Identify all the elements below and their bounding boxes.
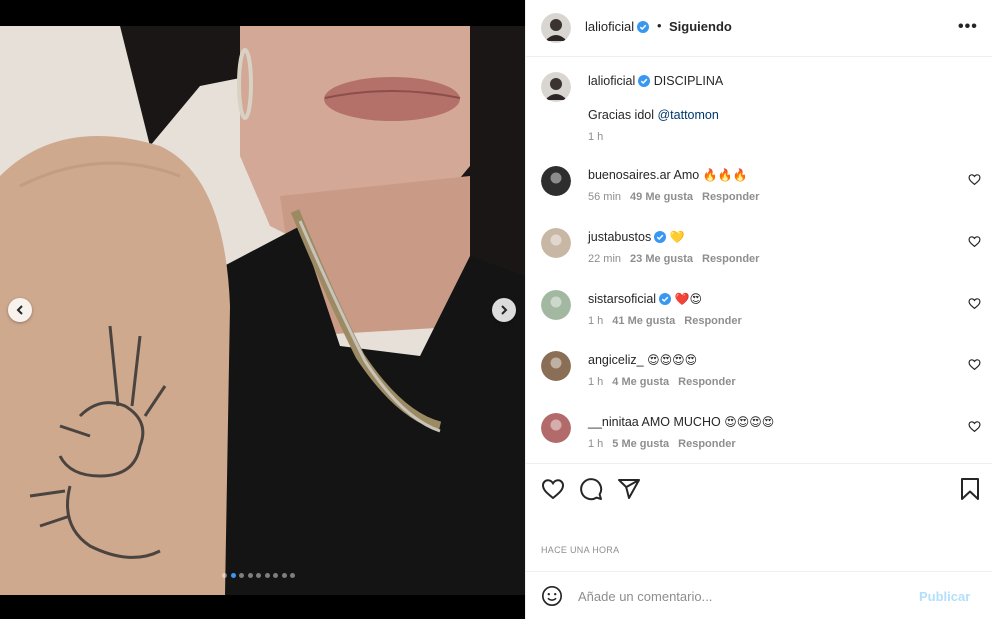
post-header: lalioficial • Siguiendo ••• xyxy=(526,0,992,57)
carousel-dot xyxy=(281,573,287,578)
commenter-avatar[interactable] xyxy=(541,166,571,196)
reply-button[interactable]: Responder xyxy=(702,191,759,203)
comment-emoji: 😍😍😍😍 xyxy=(724,415,775,429)
comment-likes[interactable]: 23 Me gusta xyxy=(630,253,693,265)
carousel-dot xyxy=(273,573,278,578)
carousel-dot xyxy=(239,573,244,578)
comment-likes[interactable]: 4 Me gusta xyxy=(612,376,669,388)
comment-time: 1 h xyxy=(588,438,604,450)
commenter-avatar[interactable] xyxy=(541,413,571,443)
comment-time: 56 min xyxy=(588,191,622,203)
commenter-avatar[interactable] xyxy=(541,228,571,258)
comment-row: buenosaires.ar Amo 🔥🔥🔥 56 min 49 Me gusta R… xyxy=(526,166,992,226)
comment-body: Amo xyxy=(673,168,700,182)
commenter-username[interactable]: __ninitaa xyxy=(588,415,639,429)
comment-row: justabustos 💛 22 min 23 Me gusta Responder xyxy=(526,228,992,288)
following-button[interactable]: Siguiendo xyxy=(669,19,732,34)
caption-avatar[interactable] xyxy=(541,72,571,102)
carousel-dot xyxy=(290,573,295,578)
comment-meta: 1 h 5 Me gusta Responder xyxy=(588,438,745,450)
carousel-dot xyxy=(264,573,270,578)
author-avatar[interactable] xyxy=(541,13,571,43)
heart-icon[interactable] xyxy=(968,420,981,433)
chevron-right-icon xyxy=(501,305,508,315)
comment-time: 1 h xyxy=(588,376,604,388)
comment-likes[interactable]: 5 Me gusta xyxy=(612,438,669,450)
heart-icon[interactable] xyxy=(541,477,565,501)
header-separator: • xyxy=(657,18,662,33)
comment-text: buenosaires.ar Amo 🔥🔥🔥 xyxy=(588,168,748,182)
add-comment-bar: Publicar xyxy=(526,571,992,619)
comment-text: sistarsoficial ❤️😍 xyxy=(588,292,702,306)
heart-icon[interactable] xyxy=(968,235,981,248)
commenter-avatar[interactable] xyxy=(541,290,571,320)
comment-text: angiceliz_ 😍😍😍😍 xyxy=(588,353,697,367)
comment-likes[interactable]: 41 Me gusta xyxy=(612,315,675,327)
post-media xyxy=(0,0,525,619)
reply-button[interactable]: Responder xyxy=(702,253,759,265)
reply-button[interactable]: Responder xyxy=(678,376,735,388)
verified-badge-icon xyxy=(637,21,650,33)
caption-username[interactable]: lalioficial xyxy=(588,74,635,88)
comment-body: AMO MUCHO xyxy=(641,415,721,429)
heart-icon[interactable] xyxy=(968,297,981,310)
comment-meta: 1 h 41 Me gusta Responder xyxy=(588,315,751,327)
publish-button[interactable]: Publicar xyxy=(919,589,970,604)
commenter-avatar[interactable] xyxy=(541,351,571,381)
comment-emoji: 😍😍😍😍 xyxy=(647,353,698,367)
caption-text: Gracias idol xyxy=(588,108,654,122)
emoji-icon[interactable] xyxy=(541,585,563,607)
reply-button[interactable]: Responder xyxy=(684,315,741,327)
comment-meta: 56 min 49 Me gusta Responder xyxy=(588,191,768,203)
comment-meta: 1 h 4 Me gusta Responder xyxy=(588,376,745,388)
post-sidebar: lalioficial • Siguiendo ••• lalioficial … xyxy=(525,0,992,619)
photo-illustration xyxy=(0,26,525,595)
carousel-dot xyxy=(256,573,261,578)
comment-text: __ninitaa AMO MUCHO 😍😍😍😍 xyxy=(588,415,774,429)
post-photo xyxy=(0,26,525,595)
comment-time: 22 min xyxy=(588,253,622,265)
carousel-dot xyxy=(247,573,253,578)
caption-title: DISCIPLINA xyxy=(653,74,724,88)
comment-row: angiceliz_ 😍😍😍😍 1 h 4 Me gusta Responder xyxy=(526,351,992,411)
comment-meta: 22 min 23 Me gusta Responder xyxy=(588,253,768,265)
carousel-next-button[interactable] xyxy=(492,298,516,322)
comment-row: sistarsoficial ❤️😍 1 h 41 Me gusta Responde… xyxy=(526,290,992,350)
reply-button[interactable]: Responder xyxy=(678,438,735,450)
chevron-left-icon xyxy=(16,305,23,315)
comment-icon[interactable] xyxy=(579,477,603,501)
commenter-username[interactable]: angiceliz_ xyxy=(588,353,644,367)
share-icon[interactable] xyxy=(617,477,641,501)
comment-text: justabustos 💛 xyxy=(588,230,685,244)
carousel-prev-button[interactable] xyxy=(8,298,32,322)
commenter-username[interactable]: sistarsoficial xyxy=(588,292,656,306)
comment-input[interactable] xyxy=(578,585,908,607)
more-options-button[interactable]: ••• xyxy=(958,18,978,36)
caption-line: lalioficial DISCIPLINA xyxy=(588,74,723,88)
caption-timestamp: 1 h xyxy=(588,131,604,143)
comment-emoji: 🔥🔥🔥 xyxy=(702,168,748,182)
comment-likes[interactable]: 49 Me gusta xyxy=(630,191,693,203)
action-bar xyxy=(526,463,992,513)
carousel-dot xyxy=(230,573,236,578)
caption-body: Gracias idol @tattomon xyxy=(588,108,719,122)
caption-mention-link[interactable]: @tattomon xyxy=(657,108,718,122)
author-username[interactable]: lalioficial xyxy=(585,19,650,34)
carousel-indicator xyxy=(222,573,295,578)
comment-emoji: ❤️😍 xyxy=(674,292,703,306)
carousel-dot xyxy=(222,573,227,578)
verified-badge-icon xyxy=(659,293,672,305)
comment-emoji: 💛 xyxy=(669,230,685,244)
comment-time: 1 h xyxy=(588,315,604,327)
heart-icon[interactable] xyxy=(968,358,981,371)
commenter-username[interactable]: buenosaires.ar xyxy=(588,168,671,182)
post-timestamp: HACE UNA HORA xyxy=(541,545,620,555)
commenter-username[interactable]: justabustos xyxy=(588,230,651,244)
bookmark-icon[interactable] xyxy=(959,477,981,501)
verified-badge-icon xyxy=(638,75,651,87)
verified-badge-icon xyxy=(654,231,667,243)
heart-icon[interactable] xyxy=(968,173,981,186)
